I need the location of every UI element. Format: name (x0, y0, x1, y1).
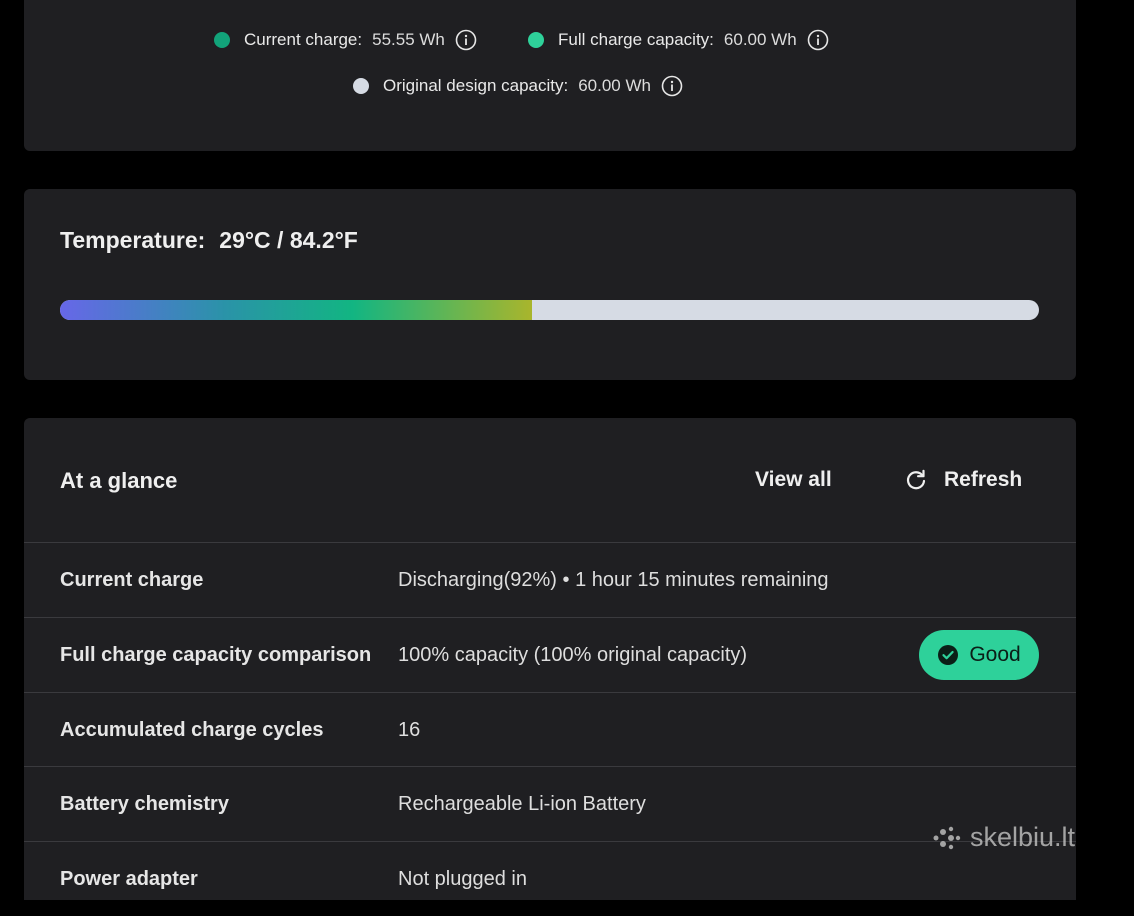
watermark-text: skelbiu.lt (970, 822, 1076, 852)
check-circle-icon (938, 645, 959, 665)
row-value: Rechargeable Li-ion Battery (398, 793, 646, 815)
watermark-logo-icon (933, 826, 961, 849)
row-label: Power adapter (60, 868, 198, 890)
current-charge-value: 55.55 Wh (372, 30, 445, 49)
glance-row-charge-cycles: Accumulated charge cycles 16 (24, 692, 1076, 767)
glance-row-current-charge: Current charge Discharging(92%) • 1 hour… (24, 542, 1076, 617)
at-a-glance-card: At a glance View all Refresh Current cha… (24, 418, 1076, 900)
status-badge-label: Good (969, 643, 1021, 666)
full-charge-capacity-label: Full charge capacity: (558, 30, 714, 49)
at-a-glance-title: At a glance (60, 468, 178, 493)
status-badge: Good (919, 630, 1039, 680)
original-design-capacity-dot (353, 78, 369, 94)
row-value: 16 (398, 719, 421, 741)
info-icon[interactable] (455, 29, 477, 51)
glance-row-full-charge-capacity: Full charge capacity comparison 100% cap… (24, 617, 1076, 692)
row-label: Battery chemistry (60, 793, 229, 815)
row-label: Full charge capacity comparison (60, 644, 372, 666)
original-design-capacity-label: Original design capacity: (383, 76, 569, 95)
watermark: skelbiu.lt (932, 822, 1075, 853)
current-charge-label: Current charge: (244, 30, 363, 49)
temperature-value: 29°C / 84.2°F (219, 227, 358, 253)
temperature-bar-fill (60, 300, 532, 320)
original-design-capacity-value: 60.00 Wh (578, 76, 651, 95)
capacity-legend-card: Current charge: 55.55 Wh Full charge cap… (24, 0, 1076, 151)
row-value: 100% capacity (100% original capacity) (398, 644, 748, 666)
view-all-button[interactable]: View all (755, 468, 832, 492)
info-icon[interactable] (661, 75, 683, 97)
legend-original-design-capacity: Original design capacity: 60.00 Wh (353, 75, 683, 97)
temperature-label: Temperature: (60, 227, 206, 253)
temperature-heading: Temperature: 29°C / 84.2°F (60, 227, 358, 254)
legend-full-charge-capacity: Full charge capacity: 60.00 Wh (528, 29, 829, 51)
temperature-card: Temperature: 29°C / 84.2°F (24, 189, 1076, 380)
full-charge-capacity-dot (528, 32, 544, 48)
glance-row-battery-chemistry: Battery chemistry Rechargeable Li-ion Ba… (24, 766, 1076, 841)
glance-row-power-adapter: Power adapter Not plugged in (24, 841, 1076, 916)
legend-current-charge: Current charge: 55.55 Wh (214, 29, 477, 51)
refresh-label: Refresh (944, 468, 1023, 491)
current-charge-dot (214, 32, 230, 48)
row-label: Accumulated charge cycles (60, 719, 324, 741)
row-value: Not plugged in (398, 868, 527, 890)
row-label: Current charge (60, 569, 204, 591)
full-charge-capacity-value: 60.00 Wh (723, 30, 797, 49)
row-value: Discharging(92%) • 1 hour 15 minutes rem… (398, 569, 829, 591)
info-icon[interactable] (807, 29, 829, 51)
temperature-bar (60, 300, 1039, 320)
refresh-button[interactable]: Refresh (904, 468, 1022, 492)
refresh-icon (906, 469, 926, 490)
